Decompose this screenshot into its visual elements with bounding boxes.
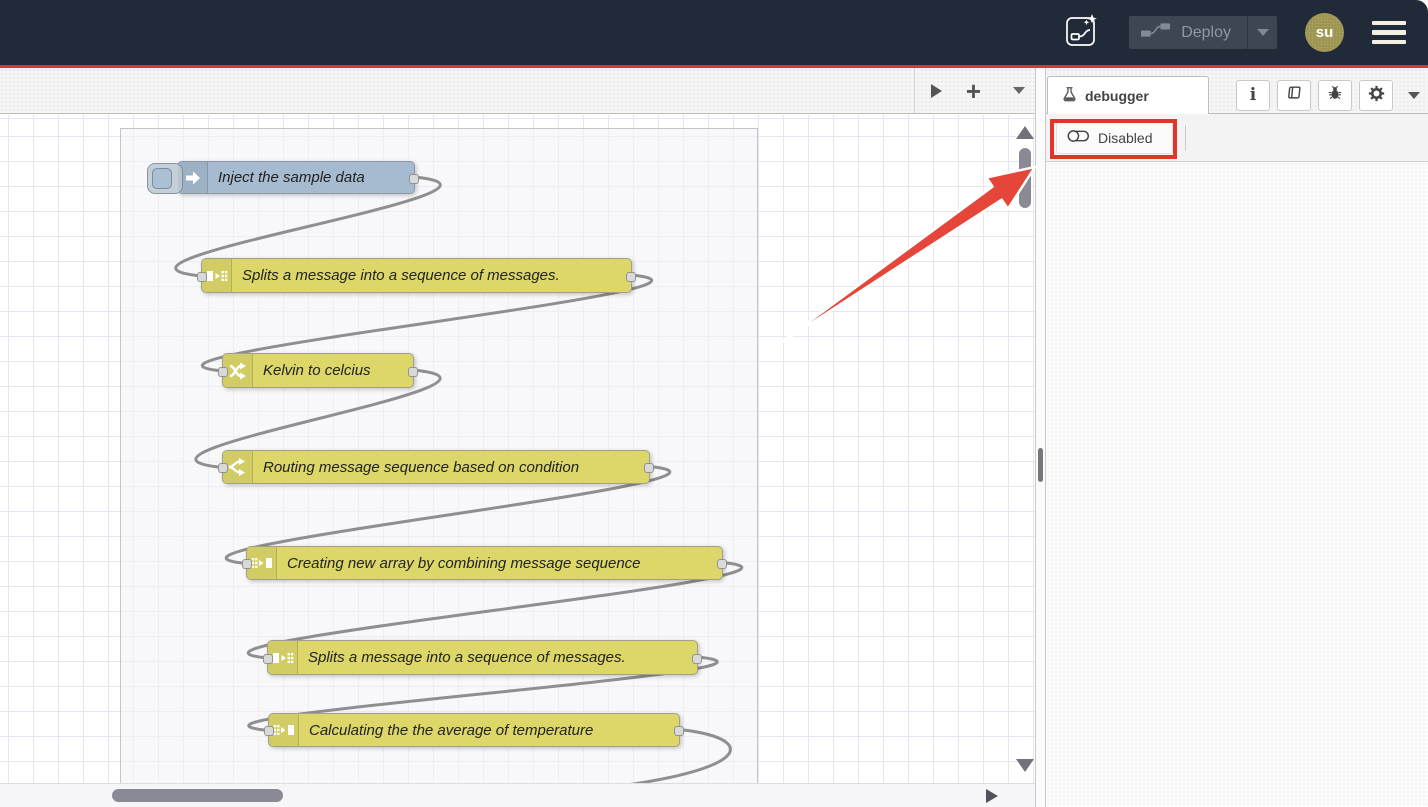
flow-node-switch[interactable]: Routing message sequence based on condit…: [222, 450, 650, 484]
flow-assistant-button[interactable]: [1063, 14, 1101, 52]
separator-drag-handle[interactable]: [1038, 448, 1043, 482]
flow-node-inject[interactable]: Inject the sample data: [177, 161, 415, 194]
output-port[interactable]: [408, 367, 418, 377]
deploy-options-button[interactable]: [1247, 16, 1277, 49]
node-label: Calculating the the average of temperatu…: [309, 714, 593, 746]
info-icon: i: [1250, 87, 1256, 104]
node-red-editor: Deploy su + Inject the sample data Splits…: [0, 0, 1428, 807]
input-port[interactable]: [218, 367, 228, 377]
scroll-down-icon[interactable]: [1016, 759, 1034, 772]
help-button[interactable]: [1277, 80, 1311, 111]
output-port[interactable]: [717, 559, 727, 569]
flow-list-icon[interactable]: [1013, 87, 1025, 94]
input-port[interactable]: [218, 463, 228, 473]
node-label: Creating new array by combining message …: [287, 547, 641, 579]
node-label: Splits a message into a sequence of mess…: [308, 641, 626, 674]
sidebar-tab-label: debugger: [1085, 88, 1149, 104]
node-label: Splits a message into a sequence of mess…: [242, 259, 560, 292]
disabled-label: Disabled: [1098, 130, 1152, 146]
debug-button[interactable]: [1318, 80, 1352, 111]
scroll-up-icon[interactable]: [1016, 126, 1034, 139]
info-button[interactable]: i: [1236, 80, 1270, 111]
tab-debugger[interactable]: debugger: [1047, 76, 1209, 115]
flow-node-split[interactable]: Splits a message into a sequence of mess…: [201, 258, 632, 293]
node-label: Inject the sample data: [218, 162, 365, 193]
output-port[interactable]: [626, 272, 636, 282]
debug-messages-panel: [1046, 162, 1428, 807]
node-label: Routing message sequence based on condit…: [263, 451, 579, 483]
ai-flow-icon: [1063, 11, 1101, 54]
deploy-label: Deploy: [1181, 24, 1231, 42]
sidebar-tab-row: debugger i: [1046, 68, 1428, 114]
flow-wires: [0, 115, 1035, 783]
toggle-off-icon: [1067, 128, 1090, 149]
add-flow-icon[interactable]: +: [966, 81, 981, 101]
horizontal-scrollbar: [0, 783, 1035, 807]
workspace-tab-bar: +: [0, 68, 1035, 114]
book-icon: [1286, 85, 1302, 106]
output-port[interactable]: [644, 463, 654, 473]
input-port[interactable]: [242, 559, 252, 569]
debug-toolbar: Disabled: [1046, 114, 1428, 162]
node-label: Kelvin to celcius: [263, 354, 371, 387]
user-avatar[interactable]: su: [1305, 13, 1344, 52]
horizontal-scrollbar-thumb[interactable]: [112, 789, 283, 802]
output-port[interactable]: [674, 726, 684, 736]
vertical-scrollbar-thumb[interactable]: [1019, 148, 1031, 208]
chevron-down-icon[interactable]: [1408, 92, 1420, 99]
settings-button[interactable]: [1359, 80, 1393, 111]
gear-icon: [1368, 85, 1385, 107]
input-port[interactable]: [263, 654, 273, 664]
toolbar-divider: [1185, 125, 1186, 151]
scroll-right-icon[interactable]: [986, 789, 998, 803]
scroll-tabs-right-icon[interactable]: [931, 84, 942, 98]
inject-arrow-icon: [178, 162, 208, 193]
bug-icon: [1327, 85, 1343, 106]
input-port[interactable]: [197, 272, 207, 282]
sidebar: debugger i: [1046, 68, 1428, 807]
flow-node-change[interactable]: Kelvin to celcius: [222, 353, 414, 388]
flask-icon: [1062, 86, 1077, 107]
debug-disabled-toggle[interactable]: Disabled: [1056, 122, 1173, 154]
caret-down-icon: [1257, 29, 1269, 36]
deploy-icon: [1141, 22, 1171, 43]
sidebar-resize-separator[interactable]: [1035, 68, 1046, 807]
app-header: Deploy su: [0, 0, 1428, 65]
flow-node-split[interactable]: Splits a message into a sequence of mess…: [267, 640, 698, 675]
main-menu-button[interactable]: [1372, 17, 1406, 49]
hamburger-icon: [1372, 21, 1406, 26]
input-port[interactable]: [264, 726, 274, 736]
flow-node-join[interactable]: Calculating the the average of temperatu…: [268, 713, 680, 747]
output-port[interactable]: [409, 174, 419, 184]
output-port[interactable]: [692, 654, 702, 664]
deploy-button[interactable]: Deploy: [1129, 16, 1277, 49]
flow-canvas[interactable]: Inject the sample data Splits a message i…: [0, 115, 1035, 783]
flow-node-join[interactable]: Creating new array by combining message …: [246, 546, 723, 580]
